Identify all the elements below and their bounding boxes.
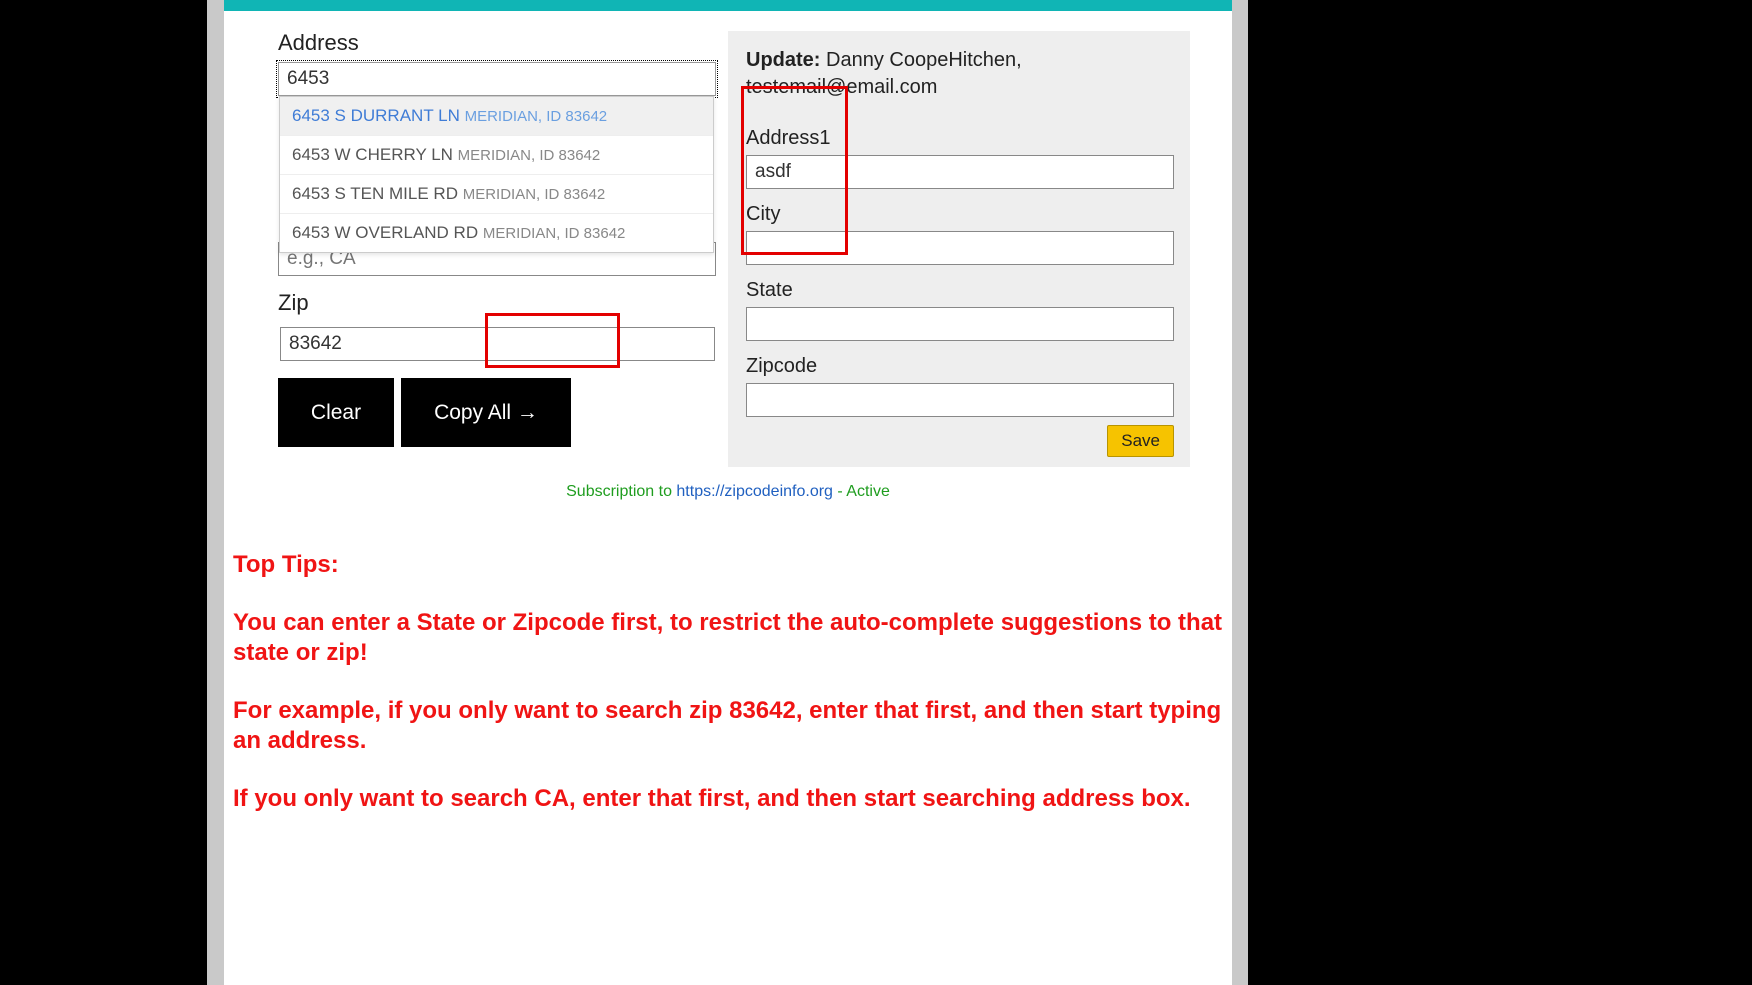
- address1-input[interactable]: [746, 155, 1174, 189]
- autocomplete-location: MERIDIAN, ID 83642: [458, 147, 601, 164]
- tips-p3: If you only want to search CA, enter tha…: [233, 784, 1223, 814]
- update-email: testemail@email.com: [746, 76, 937, 98]
- autocomplete-item[interactable]: 6453 W OVERLAND RD MERIDIAN, ID 83642: [280, 213, 713, 252]
- state-label: State: [746, 279, 1172, 302]
- autocomplete-street: 6453 W CHERRY LN: [292, 145, 458, 164]
- address-autocomplete-dropdown: 6453 S DURRANT LN MERIDIAN, ID 836426453…: [279, 96, 714, 253]
- tips-p2: For example, if you only want to search …: [233, 696, 1223, 756]
- update-prefix: Update:: [746, 49, 820, 71]
- zip-input[interactable]: [280, 327, 715, 361]
- update-name: Danny CoopeHitchen,: [826, 49, 1022, 71]
- autocomplete-item[interactable]: 6453 S DURRANT LN MERIDIAN, ID 83642: [280, 97, 713, 135]
- tips-title: Top Tips:: [233, 550, 1223, 580]
- update-panel: Update: Danny CoopeHitchen, testemail@em…: [728, 31, 1190, 467]
- save-button[interactable]: Save: [1107, 425, 1174, 457]
- update-heading: Update: Danny CoopeHitchen, testemail@em…: [746, 47, 1172, 101]
- subscription-status: Subscription to https://zipcodeinfo.org …: [224, 483, 1232, 501]
- button-row: Clear Copy All →: [278, 378, 571, 447]
- subscription-prefix: Subscription to: [566, 483, 676, 500]
- zipcode-label: Zipcode: [746, 355, 1172, 378]
- page-container: Address 6453 S DURRANT LN MERIDIAN, ID 8…: [224, 0, 1232, 985]
- autocomplete-item[interactable]: 6453 W CHERRY LN MERIDIAN, ID 83642: [280, 135, 713, 174]
- top-accent-bar: [224, 0, 1232, 11]
- left-address-column: Address: [278, 30, 718, 96]
- address1-label: Address1: [746, 127, 1172, 150]
- autocomplete-location: MERIDIAN, ID 83642: [483, 225, 626, 242]
- autocomplete-street: 6453 W OVERLAND RD: [292, 223, 483, 242]
- subscription-suffix: - Active: [833, 483, 890, 500]
- autocomplete-location: MERIDIAN, ID 83642: [465, 108, 608, 125]
- tips-section: Top Tips: You can enter a State or Zipco…: [233, 550, 1223, 814]
- state-right-input[interactable]: [746, 307, 1174, 341]
- subscription-link[interactable]: https://zipcodeinfo.org: [676, 483, 833, 500]
- autocomplete-street: 6453 S DURRANT LN: [292, 106, 465, 125]
- address-label: Address: [278, 30, 718, 56]
- city-input[interactable]: [746, 231, 1174, 265]
- copy-all-button[interactable]: Copy All →: [401, 378, 571, 447]
- city-label: City: [746, 203, 1172, 226]
- autocomplete-location: MERIDIAN, ID 83642: [463, 186, 606, 203]
- clear-button[interactable]: Clear: [278, 378, 394, 447]
- autocomplete-item[interactable]: 6453 S TEN MILE RD MERIDIAN, ID 83642: [280, 174, 713, 213]
- tips-p1: You can enter a State or Zipcode first, …: [233, 608, 1223, 668]
- zip-label: Zip: [278, 290, 309, 316]
- autocomplete-street: 6453 S TEN MILE RD: [292, 184, 463, 203]
- address-input[interactable]: [278, 62, 716, 96]
- zipcode-input[interactable]: [746, 383, 1174, 417]
